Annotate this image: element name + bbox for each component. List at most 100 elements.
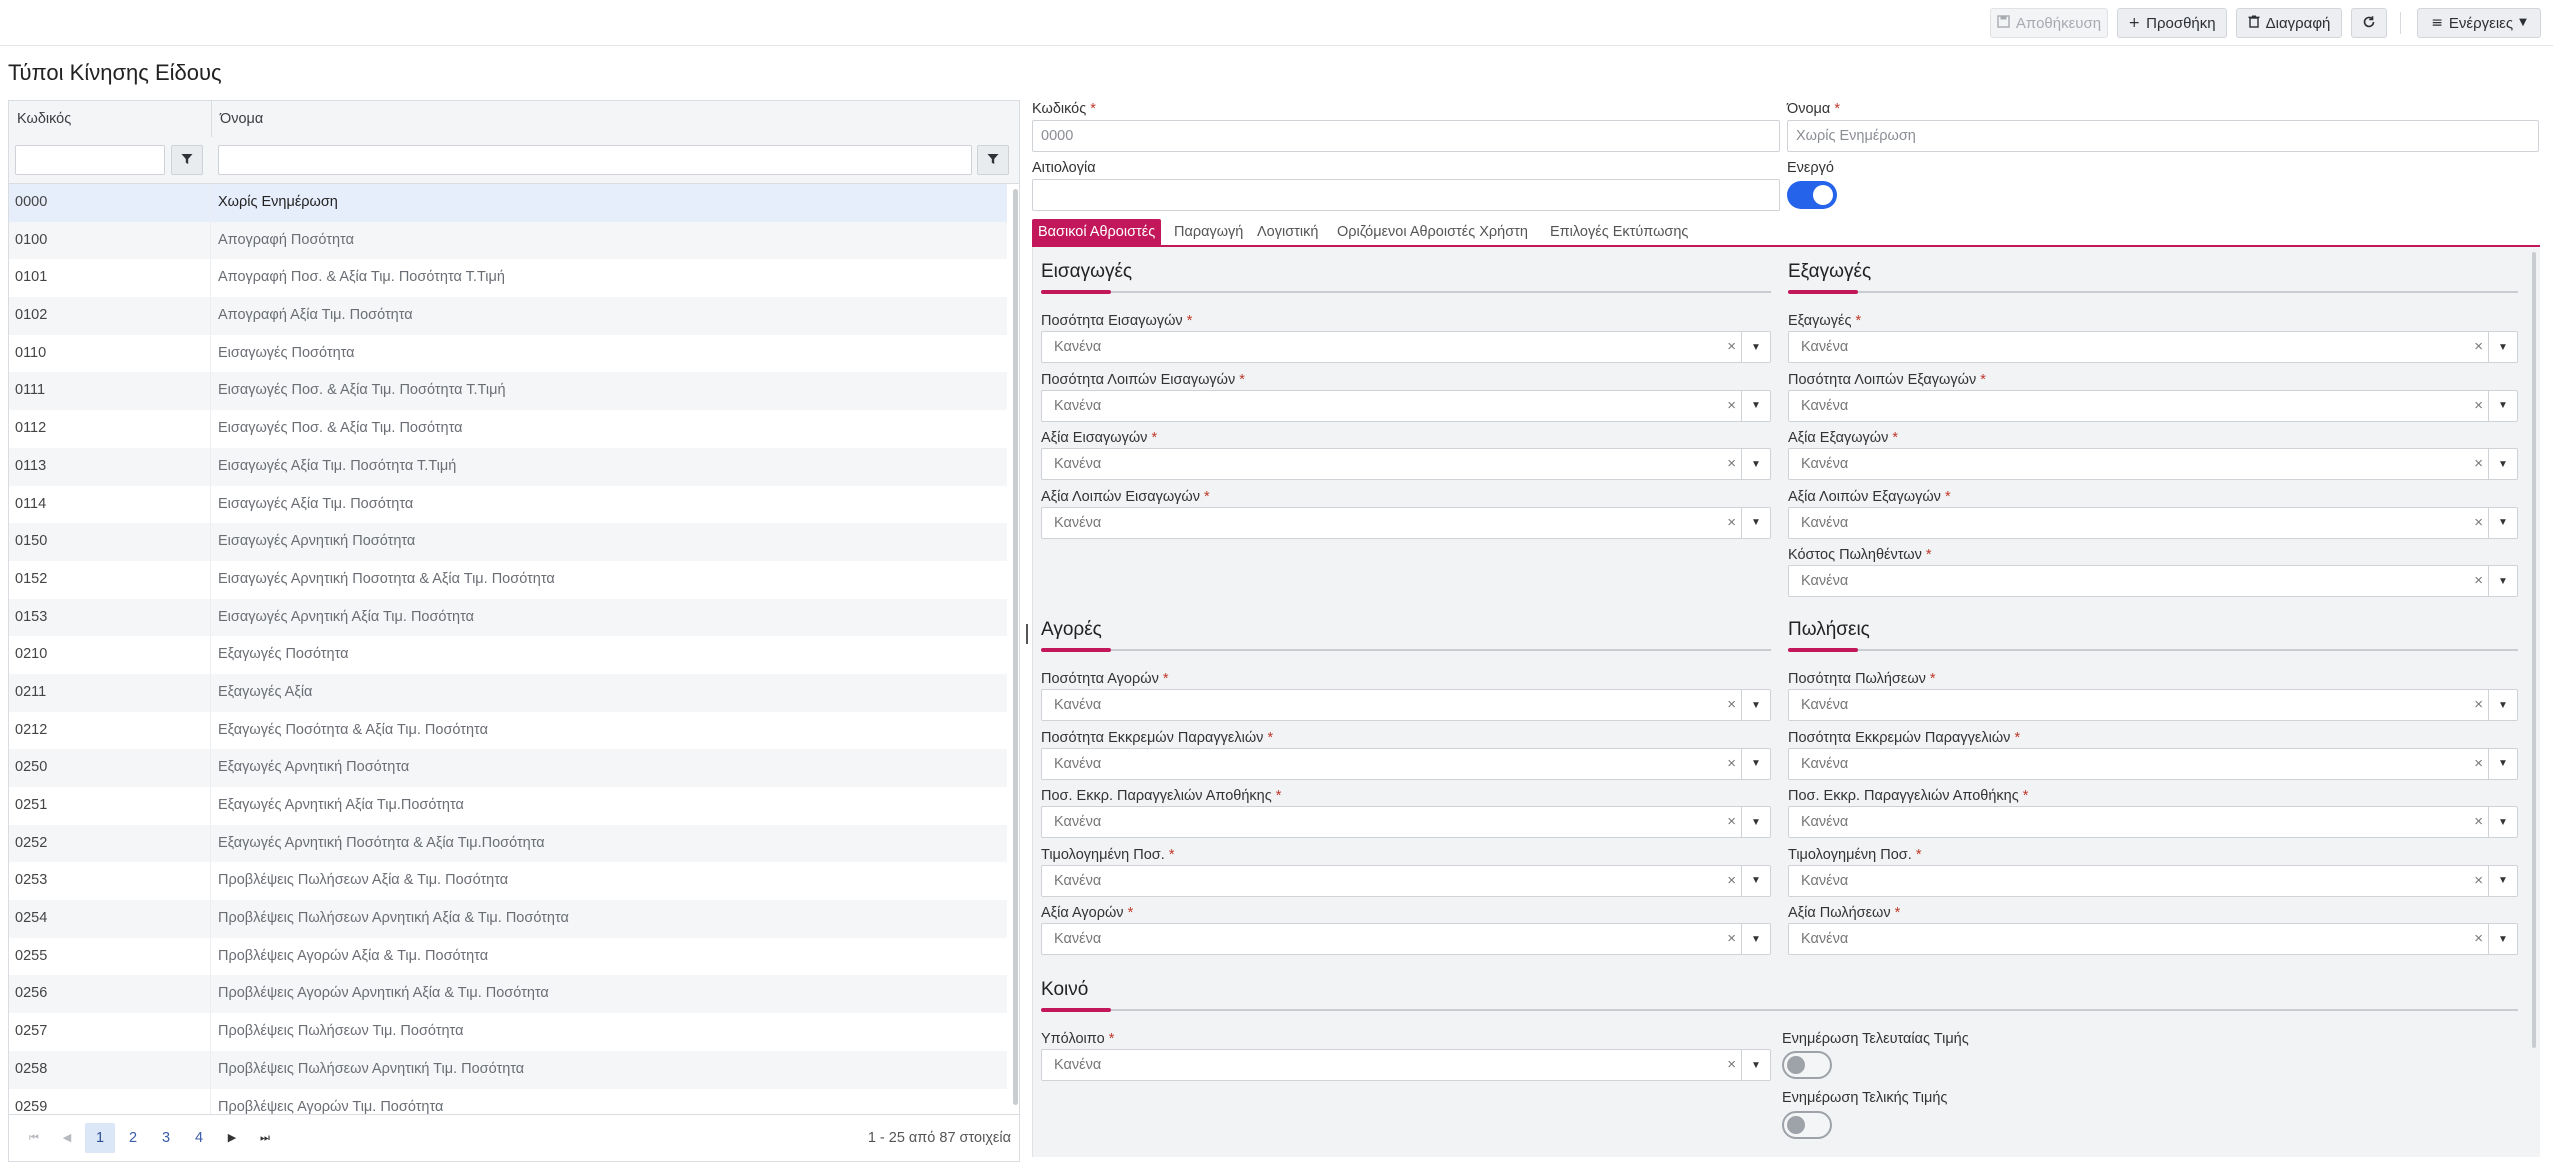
exports-field-0-select[interactable]: Κανένα × ▼ bbox=[1788, 331, 2518, 363]
table-row[interactable]: 0114 Εισαγωγές Αξία Τιμ. Ποσότητα bbox=[9, 485, 1007, 524]
sales-field-1-select[interactable]: Κανένα × ▼ bbox=[1788, 747, 2518, 780]
table-row[interactable]: 0102 Απογραφή Αξία Τιμ. Ποσότητα bbox=[9, 297, 1007, 335]
chevron-down-icon[interactable]: ▼ bbox=[2488, 690, 2517, 720]
refresh-button[interactable] bbox=[2351, 8, 2387, 38]
table-row[interactable]: 0113 Εισαγωγές Αξία Τιμ. Ποσότητα Τ.Τιμή bbox=[9, 447, 1007, 486]
delete-button[interactable]: Διαγραφή bbox=[2236, 8, 2342, 38]
column-header-code[interactable]: Κωδικός bbox=[9, 101, 211, 137]
table-row[interactable]: 0000 Χωρίς Ενημέρωση bbox=[9, 184, 1007, 222]
clear-icon[interactable]: × bbox=[2474, 690, 2483, 720]
clear-icon[interactable]: × bbox=[1727, 391, 1736, 421]
chevron-down-icon[interactable]: ▼ bbox=[2488, 807, 2517, 838]
prev-page-button[interactable]: ◀ bbox=[52, 1123, 82, 1153]
chevron-down-icon[interactable]: ▼ bbox=[2488, 507, 2517, 538]
chevron-down-icon[interactable]: ▼ bbox=[1741, 690, 1770, 720]
table-row[interactable]: 0255 Προβλέψεις Αγορών Αξία & Τιμ. Ποσότη… bbox=[9, 937, 1007, 976]
clear-icon[interactable]: × bbox=[1727, 807, 1736, 837]
tab-print-options[interactable]: Επιλογές Εκτύπωσης bbox=[1544, 219, 1694, 245]
table-row[interactable]: 0110 Εισαγωγές Ποσότητα bbox=[9, 334, 1007, 373]
chevron-down-icon[interactable]: ▼ bbox=[2488, 390, 2517, 421]
chevron-down-icon[interactable]: ▼ bbox=[2488, 924, 2517, 955]
chevron-down-icon[interactable]: ▼ bbox=[2488, 566, 2517, 597]
column-header-name[interactable]: Όνομα bbox=[212, 101, 1002, 137]
chevron-down-icon[interactable]: ▼ bbox=[1741, 332, 1770, 362]
clear-icon[interactable]: × bbox=[1727, 332, 1736, 362]
name-input[interactable]: Χωρίς Ενημέρωση bbox=[1787, 120, 2539, 152]
table-row[interactable]: 0253 Προβλέψεις Πωλήσεων Αξία & Τιμ. Ποσό… bbox=[9, 862, 1007, 901]
clear-icon[interactable]: × bbox=[2474, 566, 2483, 596]
chevron-down-icon[interactable]: ▼ bbox=[1741, 1050, 1770, 1080]
chevron-down-icon[interactable]: ▼ bbox=[2488, 748, 2517, 779]
purchases-field-1-select[interactable]: Κανένα × ▼ bbox=[1041, 747, 1771, 780]
page-button-4[interactable]: 4 bbox=[184, 1123, 214, 1153]
clear-icon[interactable]: × bbox=[1727, 1050, 1736, 1080]
table-row[interactable]: 0254 Προβλέψεις Πωλήσεων Αρνητική Αξία & … bbox=[9, 900, 1007, 938]
code-filter-button[interactable] bbox=[171, 145, 203, 175]
clear-icon[interactable]: × bbox=[1727, 690, 1736, 720]
clear-icon[interactable]: × bbox=[1727, 866, 1736, 896]
table-row[interactable]: 0153 Εισαγωγές Αρνητική Αξία Τιμ. Ποσότητ… bbox=[9, 598, 1007, 637]
code-input[interactable]: 0000 bbox=[1032, 120, 1780, 152]
purchases-field-0-select[interactable]: Κανένα × ▼ bbox=[1041, 689, 1771, 721]
reason-input[interactable] bbox=[1032, 179, 1780, 211]
purchases-field-2-select[interactable]: Κανένα × ▼ bbox=[1041, 806, 1771, 839]
sales-field-0-select[interactable]: Κανένα × ▼ bbox=[1788, 689, 2518, 721]
imports-field-3-select[interactable]: Κανένα × ▼ bbox=[1041, 506, 1771, 539]
page-button-1[interactable]: 1 bbox=[85, 1123, 115, 1153]
clear-icon[interactable]: × bbox=[2474, 924, 2483, 954]
imports-field-0-select[interactable]: Κανένα × ▼ bbox=[1041, 331, 1771, 363]
clear-icon[interactable]: × bbox=[1727, 508, 1736, 538]
chevron-down-icon[interactable]: ▼ bbox=[2488, 332, 2517, 362]
tab-accounting[interactable]: Λογιστική bbox=[1251, 219, 1324, 245]
chevron-down-icon[interactable]: ▼ bbox=[2488, 449, 2517, 480]
table-row[interactable]: 0111 Εισαγωγές Ποσ. & Αξία Τιμ. Ποσότητα … bbox=[9, 372, 1007, 411]
exports-field-1-select[interactable]: Κανένα × ▼ bbox=[1788, 389, 2518, 422]
table-row[interactable]: 0257 Προβλέψεις Πωλήσεων Τιμ. Ποσότητα bbox=[9, 1013, 1007, 1051]
table-row[interactable]: 0152 Εισαγωγές Αρνητική Ποσοτητα & Αξία Τ… bbox=[9, 560, 1007, 599]
purchases-field-4-select[interactable]: Κανένα × ▼ bbox=[1041, 923, 1771, 956]
panel-scrollbar[interactable] bbox=[2532, 252, 2536, 1048]
chevron-down-icon[interactable]: ▼ bbox=[1741, 865, 1770, 896]
chevron-down-icon[interactable]: ▼ bbox=[1741, 449, 1770, 480]
table-row[interactable]: 0251 Εξαγωγές Αρνητική Αξία Τιμ.Ποσότητα bbox=[9, 787, 1007, 825]
table-row[interactable]: 0258 Προβλέψεις Πωλήσεων Αρνητική Τιμ. Πο… bbox=[9, 1050, 1007, 1089]
clear-icon[interactable]: × bbox=[2474, 391, 2483, 421]
grid-scrollbar[interactable] bbox=[1013, 189, 1018, 1105]
actions-menu-button[interactable]: ≡ Ενέργειες ▼ bbox=[2417, 8, 2541, 38]
exports-field-2-select[interactable]: Κανένα × ▼ bbox=[1788, 448, 2518, 481]
clear-icon[interactable]: × bbox=[2474, 449, 2483, 479]
chevron-down-icon[interactable]: ▼ bbox=[2488, 865, 2517, 896]
clear-icon[interactable]: × bbox=[1727, 749, 1736, 779]
active-toggle[interactable] bbox=[1787, 181, 1837, 209]
table-row[interactable]: 0210 Εξαγωγές Ποσότητα bbox=[9, 636, 1007, 674]
table-row[interactable]: 0112 Εισαγωγές Ποσ. & Αξία Τιμ. Ποσότητα bbox=[9, 410, 1007, 448]
page-button-3[interactable]: 3 bbox=[151, 1123, 181, 1153]
chevron-down-icon[interactable]: ▼ bbox=[1741, 507, 1770, 538]
name-filter-button[interactable] bbox=[977, 145, 1009, 175]
exports-field-3-select[interactable]: Κανένα × ▼ bbox=[1788, 506, 2518, 539]
first-page-button[interactable]: ⏮ bbox=[19, 1123, 49, 1153]
clear-icon[interactable]: × bbox=[2474, 749, 2483, 779]
tab-production[interactable]: Παραγωγή bbox=[1168, 219, 1249, 245]
last-page-button[interactable]: ⏭ bbox=[250, 1123, 280, 1153]
balance-select[interactable]: Κανένα × ▼ bbox=[1041, 1049, 1771, 1081]
sales-field-3-select[interactable]: Κανένα × ▼ bbox=[1788, 864, 2518, 897]
chevron-down-icon[interactable]: ▼ bbox=[1741, 390, 1770, 421]
save-button[interactable]: Αποθήκευση bbox=[1990, 8, 2108, 38]
clear-icon[interactable]: × bbox=[2474, 508, 2483, 538]
purchases-field-3-select[interactable]: Κανένα × ▼ bbox=[1041, 864, 1771, 897]
table-row[interactable]: 0101 Απογραφή Ποσ. & Αξία Τιμ. Ποσότητα Τ… bbox=[9, 259, 1007, 298]
page-button-2[interactable]: 2 bbox=[118, 1123, 148, 1153]
table-row[interactable]: 0150 Εισαγωγές Αρνητική Ποσότητα bbox=[9, 523, 1007, 561]
clear-icon[interactable]: × bbox=[2474, 866, 2483, 896]
imports-field-1-select[interactable]: Κανένα × ▼ bbox=[1041, 389, 1771, 422]
table-row[interactable]: 0259 Προβλέψεις Αγορών Τιμ. Ποσότητα bbox=[9, 1088, 1007, 1114]
table-row[interactable]: 0250 Εξαγωγές Αρνητική Ποσότητα bbox=[9, 749, 1007, 787]
code-filter-input[interactable] bbox=[15, 145, 165, 175]
table-row[interactable]: 0212 Εξαγωγές Ποσότητα & Αξία Τιμ. Ποσότη… bbox=[9, 711, 1007, 750]
panel-splitter[interactable] bbox=[1026, 624, 1028, 644]
sales-field-4-select[interactable]: Κανένα × ▼ bbox=[1788, 923, 2518, 956]
chevron-down-icon[interactable]: ▼ bbox=[1741, 748, 1770, 779]
table-row[interactable]: 0211 Εξαγωγές Αξία bbox=[9, 673, 1007, 712]
clear-icon[interactable]: × bbox=[1727, 449, 1736, 479]
